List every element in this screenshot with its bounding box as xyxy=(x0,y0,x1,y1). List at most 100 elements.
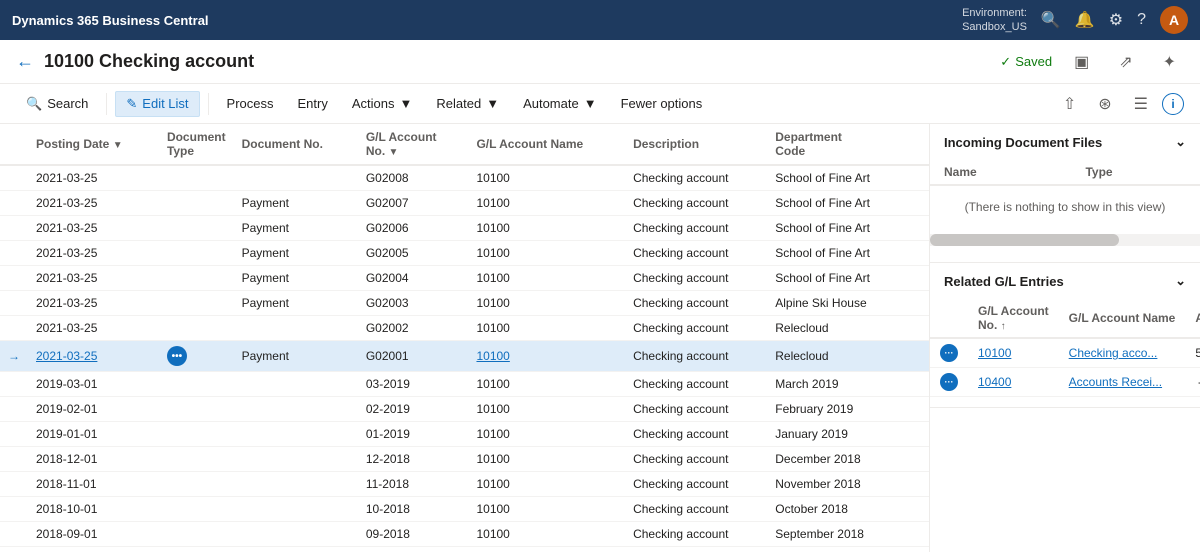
col-description[interactable]: Description xyxy=(625,124,767,165)
row-indicator xyxy=(0,497,28,522)
collapse-icon[interactable]: ✦ xyxy=(1155,48,1184,76)
table-row[interactable]: 2021-03-25PaymentG0200610100Checking acc… xyxy=(0,216,929,241)
cell-dept-code xyxy=(909,447,929,472)
related-button[interactable]: Related ▼ xyxy=(426,92,509,115)
layout-icon-btn[interactable]: ☰ xyxy=(1126,90,1156,118)
table-row[interactable]: 2021-03-25PaymentG0200510100Checking acc… xyxy=(0,241,929,266)
related-gl-header-row: G/L AccountNo. ↑ G/L Account Name Amount xyxy=(930,299,1200,338)
col-posting-date[interactable]: Posting Date ▼ xyxy=(28,124,159,165)
row-context-menu-button[interactable]: ••• xyxy=(167,346,187,366)
doc-files-empty: (There is nothing to show in this view) xyxy=(930,186,1200,228)
cell-ellipsis xyxy=(159,497,234,522)
notification-icon[interactable]: 🔔 xyxy=(1075,10,1095,30)
incoming-docs-header[interactable]: Incoming Document Files ⌄ xyxy=(930,124,1200,160)
cell-doc-type xyxy=(234,497,358,522)
automate-button[interactable]: Automate ▼ xyxy=(513,92,607,115)
related-gl-section: Related G/L Entries ⌄ G/L AccountNo. ↑ G… xyxy=(930,263,1200,408)
open-new-icon[interactable]: ⇗ xyxy=(1111,48,1140,76)
cell-gl-name: Checking account xyxy=(625,316,767,341)
cell-dept-code xyxy=(909,497,929,522)
cell-description: School of Fine Art xyxy=(767,241,908,266)
info-icon-btn[interactable]: i xyxy=(1162,93,1184,115)
table-row[interactable]: 2021-03-25PaymentG0200710100Checking acc… xyxy=(0,191,929,216)
edit-list-button[interactable]: ✎ Edit List xyxy=(115,91,199,117)
actions-button[interactable]: Actions ▼ xyxy=(342,92,423,115)
gl-context-menu-button[interactable]: ··· xyxy=(940,344,958,362)
row-indicator xyxy=(0,191,28,216)
env-label: Environment: xyxy=(962,7,1027,19)
related-gl-body: ···10100Checking acco...5,754.96···10400… xyxy=(930,338,1200,397)
related-gl-header[interactable]: Related G/L Entries ⌄ xyxy=(930,263,1200,299)
table-row[interactable]: 2018-10-0110-201810100Checking accountOc… xyxy=(0,497,929,522)
cell-description: December 2018 xyxy=(767,447,908,472)
cell-doc-no: 09-2018 xyxy=(358,522,469,547)
cell-gl-no: 10100 xyxy=(468,447,625,472)
search-icon[interactable]: 🔍 xyxy=(1041,10,1061,30)
cell-doc-no: G02007 xyxy=(358,191,469,216)
cell-related-gl-name: Accounts Recei... xyxy=(1059,368,1186,397)
cell-dept-code xyxy=(909,241,929,266)
gl-no-link[interactable]: 10100 xyxy=(476,349,509,363)
table-row[interactable]: 2018-08-0108-201810100Checking accountAu… xyxy=(0,547,929,552)
table-wrapper[interactable]: Posting Date ▼ DocumentType Document No.… xyxy=(0,124,929,552)
settings-icon[interactable]: ⚙ xyxy=(1109,10,1123,30)
col-gl-no[interactable]: G/L AccountNo. ▼ xyxy=(358,124,469,165)
related-gl-no-link[interactable]: 10100 xyxy=(978,346,1011,360)
monitor-icon[interactable]: ▣ xyxy=(1066,48,1097,76)
related-gl-row[interactable]: ···10100Checking acco...5,754.96 xyxy=(930,338,1200,368)
share-icon-btn[interactable]: ⇧ xyxy=(1055,90,1084,118)
cell-doc-no: 12-2018 xyxy=(358,447,469,472)
cell-ellipsis xyxy=(159,266,234,291)
cell-doc-no: G02001 xyxy=(358,341,469,372)
cell-posting-date: 2018-08-01 xyxy=(28,547,159,552)
entry-label: Entry xyxy=(298,96,328,111)
cell-related-gl-no: 10100 xyxy=(968,338,1059,368)
cell-doc-type: Payment xyxy=(234,216,358,241)
col-doc-no[interactable]: Document No. xyxy=(234,124,358,165)
col-dept-code[interactable]: DepartmentCode xyxy=(767,124,908,165)
table-row[interactable]: 2021-03-25PaymentG0200310100Checking acc… xyxy=(0,291,929,316)
user-avatar[interactable]: A xyxy=(1160,6,1188,34)
table-row[interactable]: 2018-09-0109-201810100Checking accountSe… xyxy=(0,522,929,547)
cell-dept-code xyxy=(909,341,929,372)
related-gl-no-link[interactable]: 10400 xyxy=(978,375,1011,389)
cell-gl-no: 10100 xyxy=(468,165,625,191)
sort-arrow-date: ▼ xyxy=(113,140,123,151)
cell-doc-type: Payment xyxy=(234,191,358,216)
cell-posting-date: 2019-01-01 xyxy=(28,422,159,447)
table-row[interactable]: 2021-03-25G0200210100Checking accountRel… xyxy=(0,316,929,341)
horizontal-scrollbar[interactable] xyxy=(930,234,1200,246)
table-row[interactable]: 2018-11-0111-201810100Checking accountNo… xyxy=(0,472,929,497)
cell-posting-date: 2021-03-25 xyxy=(28,241,159,266)
entry-button[interactable]: Entry xyxy=(288,92,338,115)
cell-dept-code xyxy=(909,216,929,241)
cell-gl-no: 10100 xyxy=(468,341,625,372)
doc-files-header: Name Type xyxy=(930,160,1200,185)
table-row[interactable]: 2021-03-25G0200810100Checking accountSch… xyxy=(0,165,929,191)
table-row[interactable]: 2019-03-0103-201910100Checking accountMa… xyxy=(0,372,929,397)
col-gl-name[interactable]: G/L Account Name xyxy=(468,124,625,165)
help-icon[interactable]: ? xyxy=(1137,11,1146,29)
cell-ellipsis xyxy=(159,522,234,547)
table-row[interactable]: 2019-01-0101-201910100Checking accountJa… xyxy=(0,422,929,447)
cell-posting-date: 2018-09-01 xyxy=(28,522,159,547)
process-button[interactable]: Process xyxy=(217,92,284,115)
fewer-options-button[interactable]: Fewer options xyxy=(611,92,713,115)
row-indicator xyxy=(0,291,28,316)
search-button[interactable]: 🔍 Search xyxy=(16,92,98,116)
cell-description: Relecloud xyxy=(767,316,908,341)
back-button[interactable]: ← xyxy=(16,51,34,72)
cell-ellipsis xyxy=(159,316,234,341)
related-gl-row[interactable]: ···10400Accounts Recei...-5,754... xyxy=(930,368,1200,397)
table-row[interactable]: 2018-12-0112-201810100Checking accountDe… xyxy=(0,447,929,472)
col-actions xyxy=(930,299,968,338)
table-row[interactable]: 2019-02-0102-201910100Checking accountFe… xyxy=(0,397,929,422)
col-doc-type[interactable]: DocumentType xyxy=(159,124,234,165)
table-row[interactable]: →2021-03-25•••PaymentG0200110100Checking… xyxy=(0,341,929,372)
filter-icon-btn[interactable]: ⊛ xyxy=(1090,90,1119,118)
gl-context-menu-button[interactable]: ··· xyxy=(940,373,958,391)
col-gl-no[interactable]: G/L AccountNo. ↑ xyxy=(968,299,1059,338)
table-row[interactable]: 2021-03-25PaymentG0200410100Checking acc… xyxy=(0,266,929,291)
command-bar-right: ⇧ ⊛ ☰ i xyxy=(1055,90,1184,118)
posting-date-link[interactable]: 2021-03-25 xyxy=(36,349,97,363)
